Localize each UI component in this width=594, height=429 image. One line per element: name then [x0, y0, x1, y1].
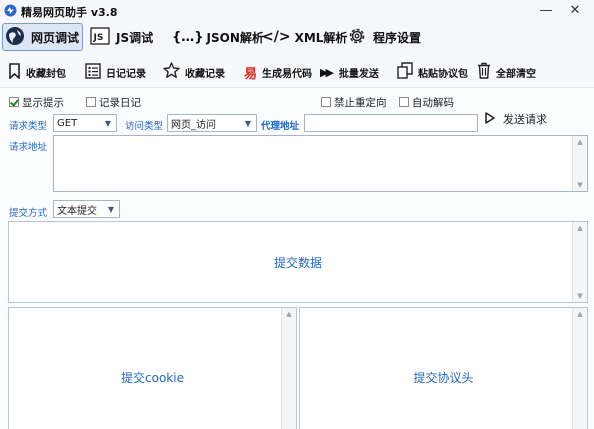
globe-icon — [5, 26, 25, 49]
code-icon: </> — [262, 29, 291, 45]
submit-method-label: 提交方式 — [9, 208, 48, 219]
url-textarea[interactable]: ▲ ▼ — [53, 135, 588, 192]
batch-send-button[interactable]: ▶▶ 批量发送 — [320, 62, 379, 82]
proxy-input[interactable] — [304, 114, 478, 132]
scroll-up-icon[interactable]: ▲ — [282, 308, 296, 320]
tab-label: XML解析 — [294, 30, 348, 45]
checkbox-unchecked-icon — [86, 97, 96, 107]
tab-settings[interactable]: 程序设置 — [347, 23, 425, 51]
tab-js-debug[interactable]: JS JS调试 — [90, 23, 156, 51]
fast-forward-icon: ▶▶ — [320, 65, 334, 79]
gear-icon — [347, 26, 367, 49]
record-log-checkbox[interactable]: 记录日记 — [86, 95, 141, 109]
cookie-textarea[interactable]: 提交cookie ▲ — [8, 307, 297, 429]
log-records-button[interactable]: 日记记录 — [85, 62, 146, 82]
collect-packet-button[interactable]: 收藏封包 — [8, 62, 66, 82]
list-icon — [85, 62, 101, 82]
scroll-down-icon[interactable]: ▼ — [573, 179, 587, 191]
scroll-up-icon[interactable]: ▲ — [573, 308, 587, 320]
paste-packet-button[interactable]: 粘贴协议包 — [397, 62, 468, 82]
bookmark-icon — [8, 62, 21, 82]
tab-web-debug[interactable]: 网页调试 — [2, 23, 83, 51]
post-data-textarea[interactable]: 提交数据 ▲ ▼ — [8, 221, 588, 303]
chevron-down-icon: ▼ — [107, 204, 115, 214]
favorites-button[interactable]: 收藏记录 — [163, 62, 225, 82]
clear-all-button[interactable]: 全部清空 — [477, 62, 536, 82]
tab-label: 网页调试 — [31, 30, 80, 45]
url-label: 请求地址 — [9, 142, 48, 153]
headers-textarea[interactable]: 提交协议头 ▲ — [299, 307, 588, 429]
proxy-label: 代理地址 — [261, 121, 300, 132]
checkbox-unchecked-icon — [321, 97, 331, 107]
json-braces-icon: {…} — [172, 29, 204, 45]
title-bar: 精易网页助手 v3.8 — ✕ — [0, 0, 594, 22]
chevron-down-icon: ▼ — [104, 118, 112, 128]
svg-text:JS: JS — [93, 33, 104, 43]
headers-scrollbar[interactable]: ▲ — [572, 308, 587, 429]
headers-placeholder: 提交协议头 — [413, 371, 474, 385]
cookie-scrollbar[interactable]: ▲ — [281, 308, 296, 429]
window-title: 精易网页助手 v3.8 — [21, 6, 118, 19]
url-scrollbar[interactable]: ▲ ▼ — [572, 136, 587, 191]
method-select[interactable]: GET ▼ — [53, 114, 117, 132]
star-icon — [163, 62, 180, 82]
post-data-placeholder: 提交数据 — [273, 256, 322, 270]
copy-icon — [397, 62, 413, 82]
toolbar: 收藏封包 日记记录 收藏记录 易 生成易代码 ▶▶ 批量发送 粘贴协议包 全部清… — [0, 54, 594, 88]
cookie-placeholder: 提交cookie — [121, 371, 184, 385]
access-type-label: 访问类型 — [125, 121, 164, 132]
easy-language-icon: 易 — [244, 66, 258, 82]
send-request-button[interactable]: 发送请求 — [485, 110, 547, 128]
tab-bar: 网页调试 JS JS调试 {…} JSON解析 </> XML解析 程序设置 — [0, 22, 594, 54]
close-icon: ✕ — [569, 3, 581, 18]
checkbox-unchecked-icon — [399, 97, 409, 107]
auto-decode-checkbox[interactable]: 自动解码 — [399, 95, 454, 109]
tab-label: JS调试 — [116, 30, 154, 45]
tab-label: JSON解析 — [206, 30, 264, 45]
tab-xml-parse[interactable]: </> XML解析 — [262, 23, 347, 51]
trash-icon — [477, 62, 491, 82]
scroll-up-icon[interactable]: ▲ — [573, 136, 587, 148]
generate-code-button[interactable]: 易 生成易代码 — [244, 62, 312, 82]
disable-redirect-checkbox[interactable]: 禁止重定向 — [321, 95, 387, 109]
js-icon: JS — [90, 26, 110, 48]
minimize-icon: — — [539, 3, 553, 18]
show-tips-checkbox[interactable]: 显示提示 — [9, 95, 64, 109]
scroll-down-icon[interactable]: ▼ — [573, 290, 587, 302]
minimize-button[interactable]: — — [537, 2, 555, 20]
submit-method-select[interactable]: 文本提交 ▼ — [53, 200, 120, 218]
close-button[interactable]: ✕ — [566, 2, 584, 20]
checkbox-checked-icon — [9, 97, 19, 107]
scroll-up-icon[interactable]: ▲ — [573, 222, 587, 234]
app-logo-icon — [4, 4, 17, 17]
access-type-select[interactable]: 网页_访问 ▼ — [167, 114, 257, 132]
tab-label: 程序设置 — [373, 30, 422, 45]
method-label: 请求类型 — [9, 121, 48, 132]
post-data-scrollbar[interactable]: ▲ ▼ — [572, 222, 587, 302]
tab-json-parse[interactable]: {…} JSON解析 — [172, 23, 264, 51]
play-icon — [485, 111, 495, 127]
chevron-down-icon: ▼ — [244, 118, 252, 128]
